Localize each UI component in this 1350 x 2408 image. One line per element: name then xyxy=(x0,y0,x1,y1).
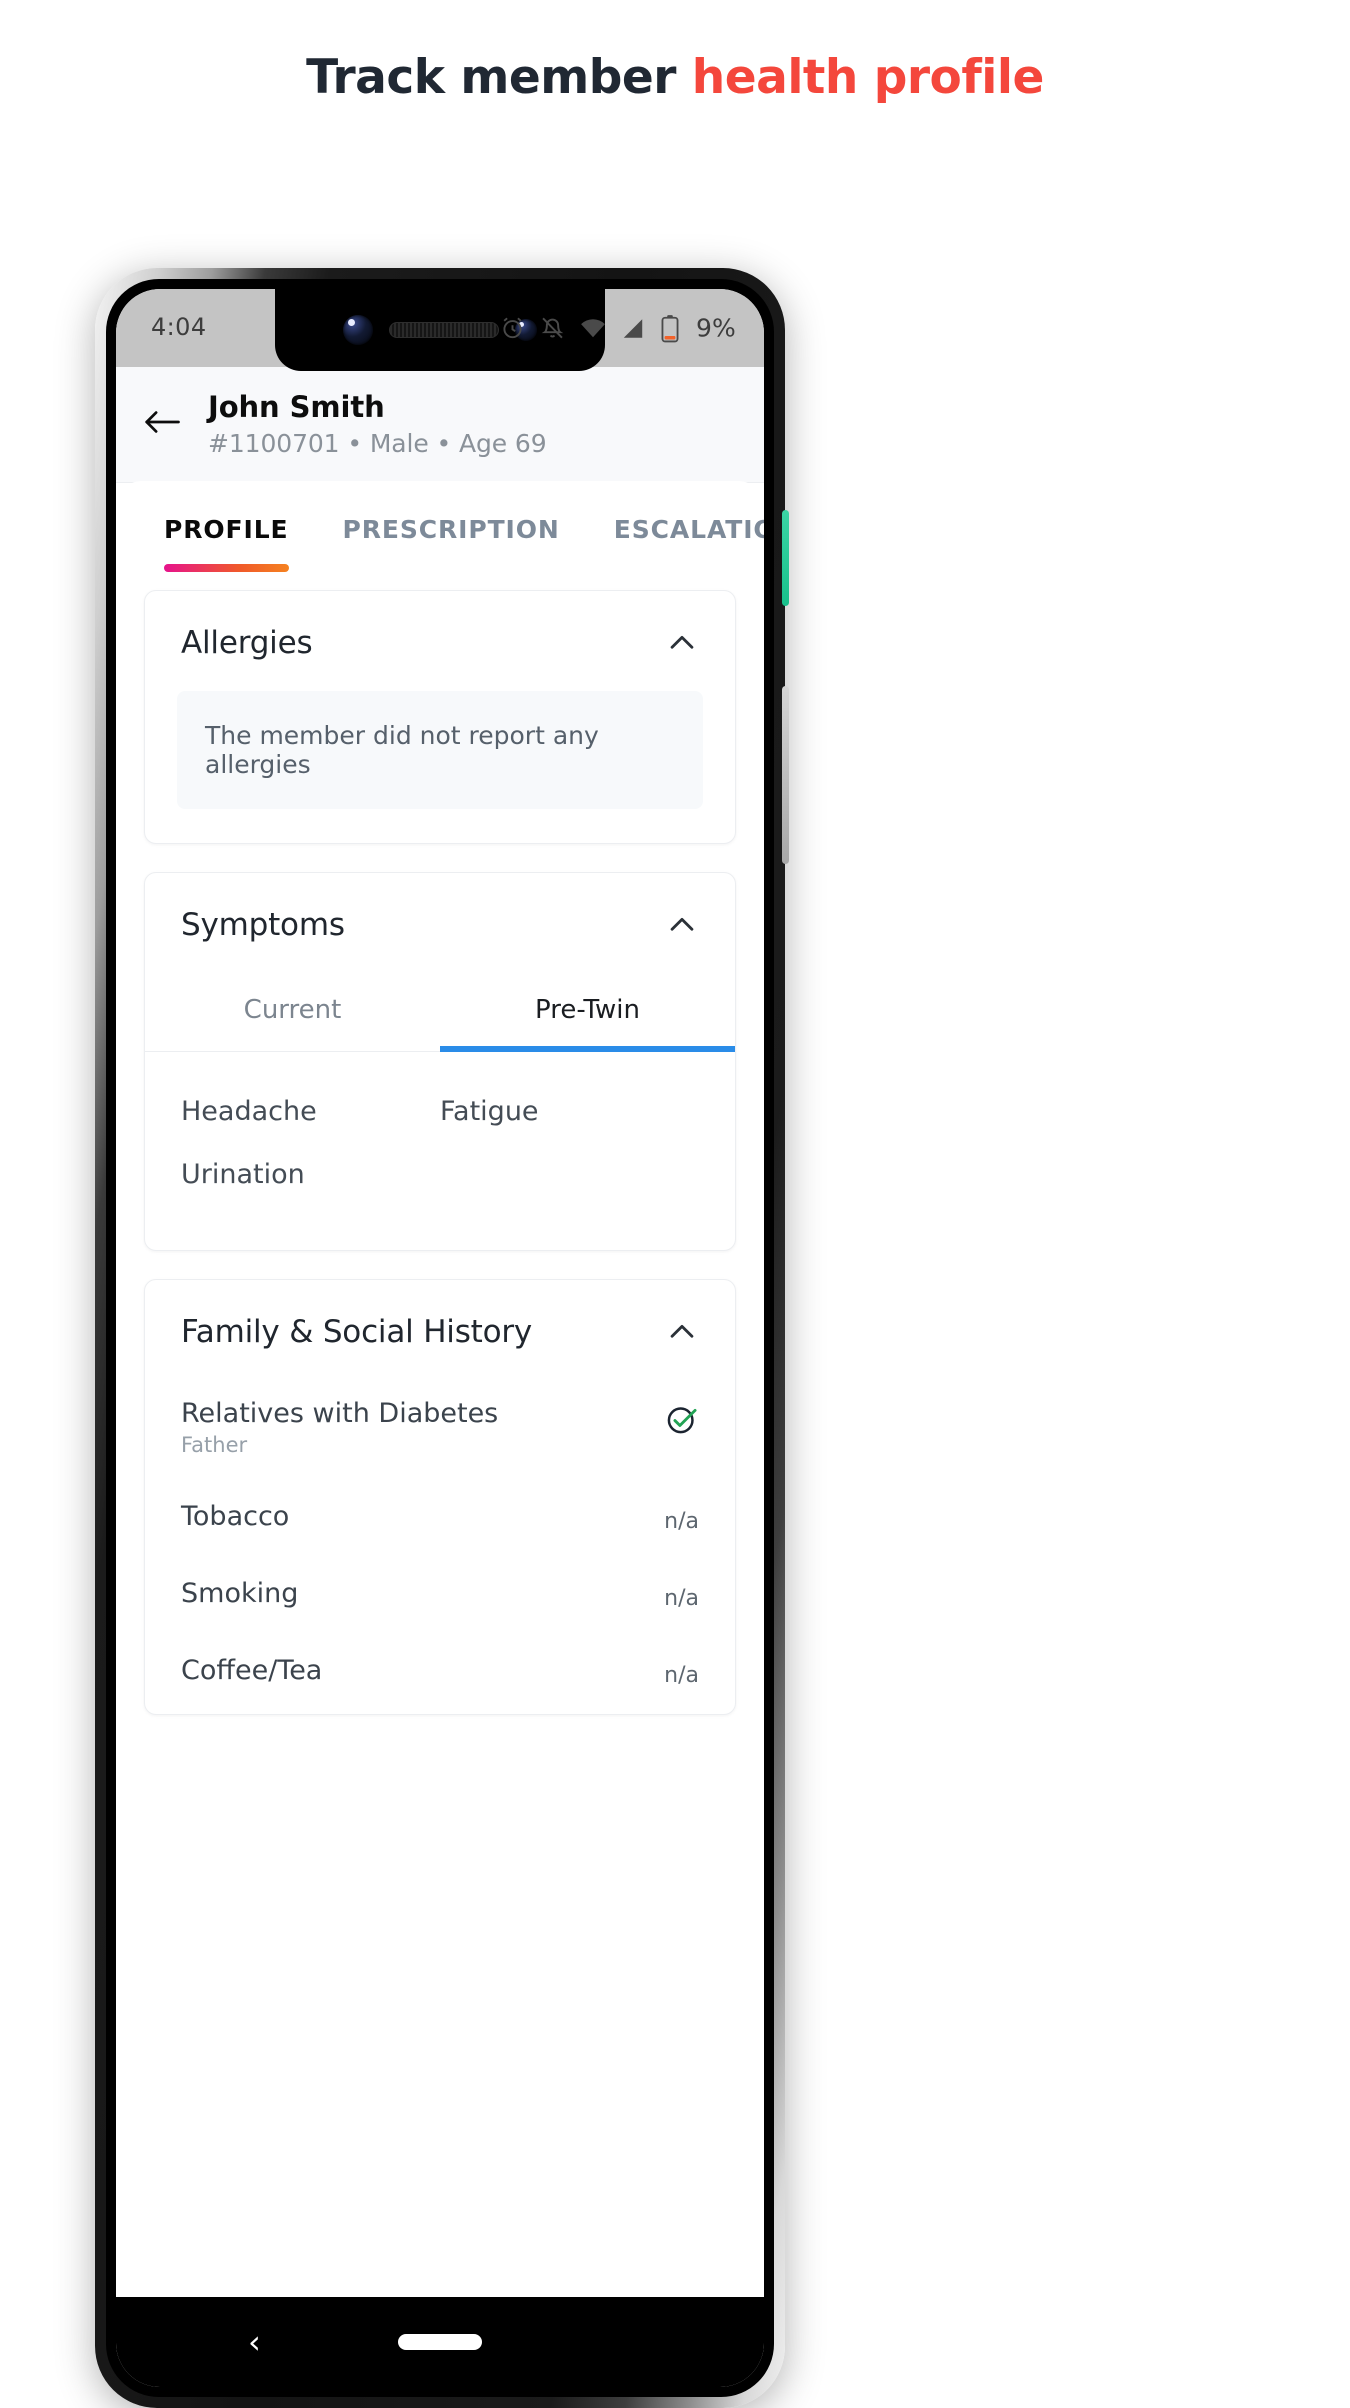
power-button[interactable] xyxy=(782,510,789,606)
history-row-label: Tobacco xyxy=(181,1501,290,1533)
status-bar: 4:04 9% xyxy=(116,289,764,371)
tab-profile[interactable]: PROFILE xyxy=(164,515,289,573)
page-headline: Track member health profile xyxy=(0,0,1350,105)
history-row-value: n/a xyxy=(664,1586,699,1612)
card-family-social-history: Family & Social History Relatives with D… xyxy=(144,1279,736,1716)
member-subtitle: #1100701 • Male • Age 69 xyxy=(208,429,547,459)
history-row-label: Coffee/Tea xyxy=(181,1655,323,1687)
subtab-pre-twin-label: Pre-Twin xyxy=(535,995,640,1026)
headline-primary: Track member xyxy=(306,50,692,105)
member-info: John Smith #1100701 • Male • Age 69 xyxy=(208,389,764,458)
symptom-item: Fatigue xyxy=(440,1096,539,1128)
card-allergies: Allergies The member did not report any … xyxy=(144,590,736,845)
member-name: John Smith xyxy=(208,390,385,424)
subtab-pre-twin[interactable]: Pre-Twin xyxy=(440,973,735,1053)
earpiece-speaker xyxy=(389,322,499,338)
chevron-up-icon[interactable] xyxy=(665,626,699,660)
table-row: Coffee/Tea n/a xyxy=(145,1637,735,1714)
symptoms-subtabs: Current Pre-Twin xyxy=(145,973,735,1053)
history-row-sub: Father xyxy=(181,1433,248,1458)
back-button[interactable] xyxy=(116,407,208,441)
table-row: Tobacco n/a xyxy=(145,1483,735,1560)
chevron-up-icon[interactable] xyxy=(665,1315,699,1349)
battery-percent: 9% xyxy=(695,313,736,343)
back-arrow-icon xyxy=(142,407,182,441)
status-icons: 9% xyxy=(499,314,736,343)
history-row-value: n/a xyxy=(664,1663,699,1689)
volume-button[interactable] xyxy=(782,686,789,864)
phone-screen: 4:04 9% John Smith #1100701 • Male • Age… xyxy=(116,289,764,2387)
tab-prescription-label: PRESCRIPTION xyxy=(342,515,560,545)
tab-escalations-label: ESCALATIONS xyxy=(613,515,764,545)
notifications-off-icon xyxy=(539,315,566,342)
table-row: Smoking n/a xyxy=(145,1560,735,1637)
allergies-empty-message: The member did not report any allergies xyxy=(177,691,703,810)
subtab-current-label: Current xyxy=(243,995,342,1026)
history-header[interactable]: Family & Social History xyxy=(145,1280,735,1380)
history-title: Family & Social History xyxy=(181,1314,533,1351)
app-header: John Smith #1100701 • Male • Age 69 xyxy=(116,367,764,484)
tab-escalations[interactable]: ESCALATIONS xyxy=(614,515,764,556)
alarm-icon xyxy=(499,315,526,342)
battery-low-icon xyxy=(659,314,681,342)
nav-back-icon[interactable]: ‹ xyxy=(248,2326,261,2358)
symptom-item: Headache xyxy=(181,1096,317,1128)
wifi-icon xyxy=(579,314,607,342)
front-camera-icon xyxy=(343,315,373,345)
tab-active-indicator xyxy=(164,564,289,573)
phone-mockup: 4:04 9% John Smith #1100701 • Male • Age… xyxy=(95,268,789,2408)
content-sheet: PROFILE PRESCRIPTION ESCALATIONS Allergi… xyxy=(116,481,764,2294)
status-time: 4:04 xyxy=(151,313,207,341)
card-symptoms: Symptoms Current Pre-Twin Headache Fatig… xyxy=(144,872,736,1252)
allergies-header[interactable]: Allergies xyxy=(145,591,735,691)
symptoms-header[interactable]: Symptoms xyxy=(145,873,735,973)
main-tabs: PROFILE PRESCRIPTION ESCALATIONS xyxy=(116,481,764,573)
tab-prescription[interactable]: PRESCRIPTION xyxy=(343,515,560,556)
allergies-title: Allergies xyxy=(181,625,313,662)
symptoms-title: Symptoms xyxy=(181,907,345,944)
history-row-label: Smoking xyxy=(181,1578,299,1610)
headline-accent: health profile xyxy=(691,50,1045,105)
subtab-current[interactable]: Current xyxy=(145,973,440,1051)
symptoms-list: Headache Fatigue Urination xyxy=(145,1052,735,1250)
symptom-item: Urination xyxy=(181,1159,305,1191)
tab-profile-label: PROFILE xyxy=(164,515,289,545)
profile-cards: Allergies The member did not report any … xyxy=(116,556,764,1716)
chevron-up-icon[interactable] xyxy=(665,908,699,942)
home-pill-icon[interactable] xyxy=(398,2334,482,2350)
table-row: Relatives with Diabetes Father xyxy=(145,1380,735,1483)
system-navigation-bar: ‹ xyxy=(116,2297,764,2387)
check-circle-icon xyxy=(665,1402,699,1436)
cellular-signal-icon xyxy=(620,315,646,341)
history-row-label: Relatives with Diabetes xyxy=(181,1398,499,1430)
history-row-value: n/a xyxy=(664,1509,699,1535)
